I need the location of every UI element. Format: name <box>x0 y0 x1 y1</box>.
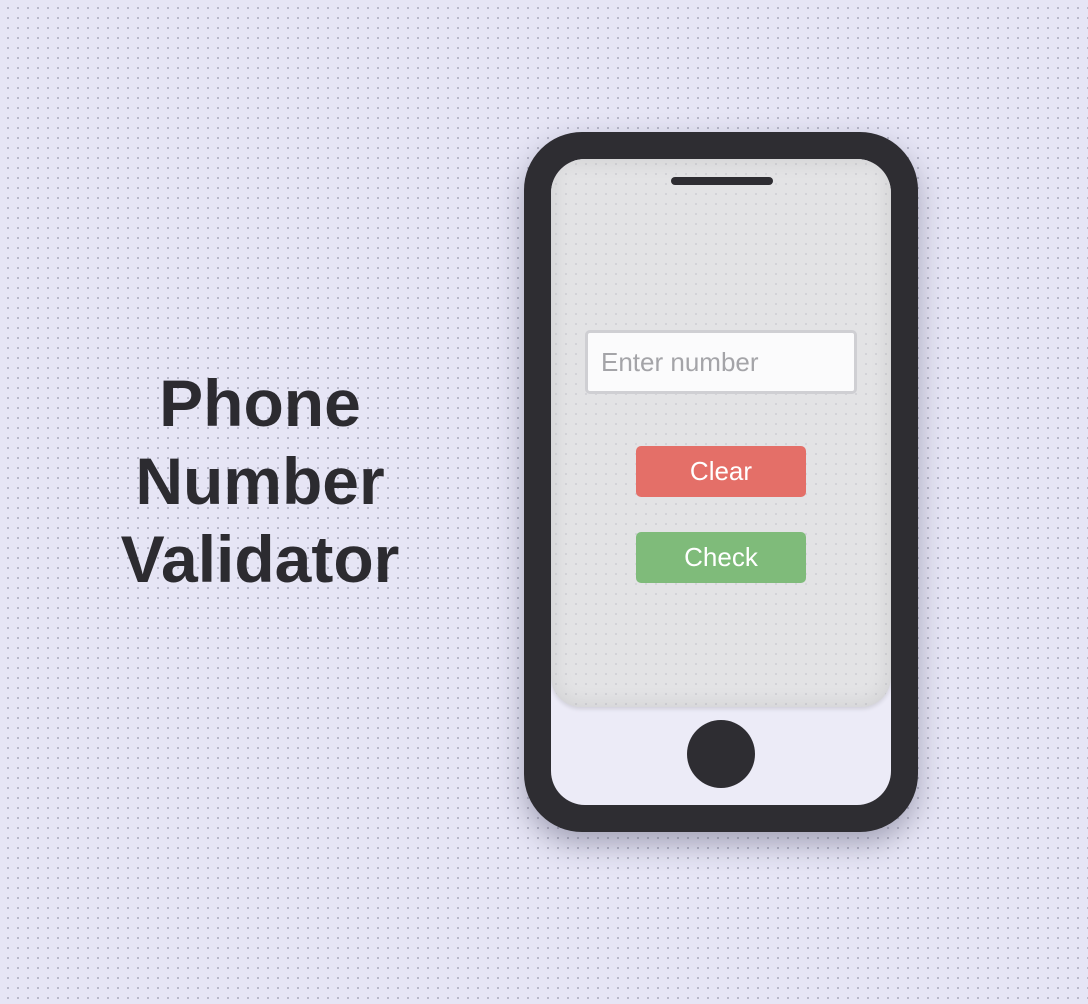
speaker-grille-icon <box>671 177 773 185</box>
check-button[interactable]: Check <box>636 532 806 583</box>
page-title-line-3: Validator <box>120 522 400 596</box>
page-title-line-2: Number <box>135 444 385 518</box>
phone-number-input[interactable] <box>585 330 857 394</box>
page-title: Phone Number Validator <box>80 364 440 598</box>
phone-body-inner: Clear Check <box>551 159 891 805</box>
page-title-line-1: Phone <box>159 366 361 440</box>
phone-frame: Clear Check <box>524 132 918 832</box>
clear-button[interactable]: Clear <box>636 446 806 497</box>
phone-screen: Clear Check <box>551 159 891 707</box>
home-button-icon <box>687 720 755 788</box>
